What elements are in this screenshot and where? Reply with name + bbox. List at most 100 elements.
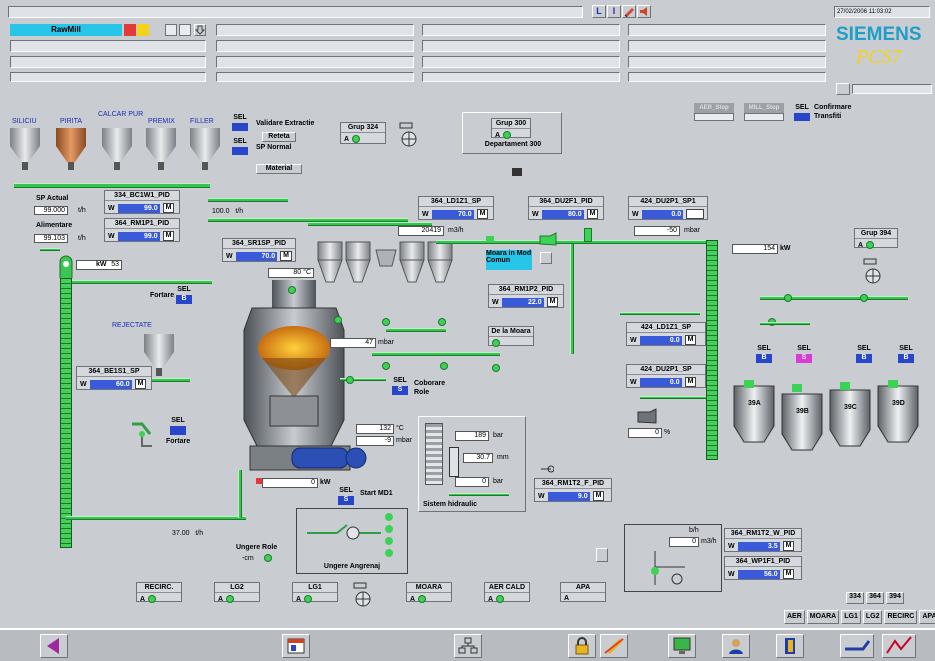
fan-icon[interactable]: [350, 582, 372, 608]
acknowledge-icon[interactable]: [840, 634, 874, 658]
bucket-elevator-left[interactable]: [60, 278, 72, 548]
message-line: [8, 6, 583, 18]
alarm-indicator-yellow[interactable]: [137, 24, 149, 36]
fan-icon[interactable]: [860, 258, 882, 286]
pid-du2f1[interactable]: 364_DU2F1_PID W 80.0 M: [528, 196, 604, 220]
pid-wp1f1[interactable]: 364_WP1F1_PID W 56.0 M: [724, 556, 802, 580]
alarm-indicator-red[interactable]: [124, 24, 136, 36]
pid-424-du2p1[interactable]: 424_DU2P1_SP W 0.0 M: [626, 364, 706, 388]
info-button[interactable]: [596, 548, 608, 562]
window-icon[interactable]: [282, 634, 310, 658]
water-flow-panel[interactable]: b/h 0 m3/h: [624, 524, 722, 592]
hierarchy-icon[interactable]: [454, 634, 482, 658]
l-button[interactable]: L: [592, 5, 606, 18]
fortare-sel[interactable]: SEL B: [176, 285, 192, 305]
grup-300-panel[interactable]: Grup 300 A Departament 300: [462, 112, 562, 154]
no-edit-icon[interactable]: [600, 634, 628, 658]
silo-sel-c[interactable]: SEL B: [856, 344, 872, 364]
moara-mod-comun[interactable]: Moara in Mod Comun: [486, 250, 532, 270]
pid-rm1t2-f[interactable]: 364_RM1T2_F_PID W 9.0 M: [534, 478, 612, 502]
reteta-button[interactable]: Reteta: [262, 132, 296, 142]
conveyor-belt-2: [208, 198, 288, 202]
fan-icon[interactable]: [538, 232, 558, 246]
fortare2-sel[interactable]: SEL: [170, 416, 186, 436]
group-lg1[interactable]: LG1 A: [292, 582, 338, 603]
down-arrow-icon[interactable]: [194, 24, 206, 36]
bottom-conveyor: [66, 516, 246, 520]
pid-424-du2p1-sp1[interactable]: 424_DU2P1_SP1 W 0.0: [628, 196, 708, 220]
nav-lg2[interactable]: LG2: [862, 610, 883, 624]
pid-424-ld1z1[interactable]: 424_LD1Z1_SP W 0.0 M: [626, 322, 706, 346]
silo-sel-a[interactable]: SEL B: [756, 344, 772, 364]
valve-icon[interactable]: [584, 228, 592, 242]
nav-aer[interactable]: AER: [784, 610, 805, 624]
silo-label: CALCAR PUR: [98, 111, 144, 118]
i-button[interactable]: I: [607, 5, 621, 18]
damper-icon[interactable]: [512, 168, 522, 176]
fan-icon[interactable]: [396, 122, 418, 148]
sel-sp-normal[interactable]: SEL: [232, 137, 248, 157]
horn-icon[interactable]: [637, 5, 651, 18]
kw-mill: 0: [262, 478, 318, 488]
silo-label: PREMIX: [148, 118, 175, 125]
flow1-value: 20419: [398, 226, 444, 236]
group-aer-cald[interactable]: AER CALD A: [484, 582, 530, 603]
hydraulic-system-panel[interactable]: 189 bar 30.7 mm 0 bar Sistem hidraulic: [418, 416, 526, 512]
printer-icon[interactable]: [836, 83, 850, 95]
nav-recirc[interactable]: RECIRC: [884, 610, 918, 624]
mill-stop[interactable]: MILL_Stop: [744, 103, 784, 121]
coborare-sel[interactable]: SEL S: [392, 376, 408, 396]
conveyor-belt-4: [72, 280, 212, 284]
silo-label: FILLER: [190, 118, 214, 125]
temp132: 132: [356, 424, 394, 434]
monitor-icon[interactable]: [668, 634, 696, 658]
ungere-angrenaj-panel[interactable]: Ungere Angrenaj: [296, 508, 408, 574]
material-button[interactable]: Material: [256, 164, 302, 174]
cyclone-hoppers[interactable]: [316, 240, 456, 306]
kw154-value: 154: [732, 244, 778, 254]
confirm-sel[interactable]: SEL: [794, 103, 810, 121]
pid-be1s1[interactable]: 364_BE1S1_SP W 60.0 M: [76, 366, 152, 390]
silo-hoppers[interactable]: [8, 126, 233, 176]
group-btn-334[interactable]: 334: [846, 592, 864, 604]
sp-actual-value[interactable]: 99.000: [34, 206, 68, 215]
silo-sel-b[interactable]: SEL S: [796, 344, 812, 364]
rawmill-area-label[interactable]: RawMill: [10, 24, 122, 36]
pid-ld1z1[interactable]: 364_LD1Z1_SP W 70.0 M: [418, 196, 494, 220]
bucket-elevator-right[interactable]: [706, 240, 718, 460]
silo-label: PIRITA: [60, 118, 83, 125]
start-md-sel[interactable]: SEL S: [338, 486, 354, 506]
pid-rm1p2[interactable]: 364_RM1P2_PID W 22.0 M: [488, 284, 564, 308]
group-btn-394[interactable]: 394: [886, 592, 904, 604]
pid-rm1p1[interactable]: 364_RM1P1_PID W 99.0 M: [104, 218, 180, 242]
group-apa[interactable]: APA A: [560, 582, 606, 602]
trend-icon[interactable]: [882, 634, 916, 658]
grup-394[interactable]: Grup 394 A: [854, 228, 898, 249]
pencil-icon[interactable]: [622, 5, 636, 18]
diverter-valve[interactable]: [128, 420, 160, 452]
pct-value: 0: [628, 428, 662, 438]
exit-door-icon[interactable]: [776, 634, 804, 658]
info-button[interactable]: [540, 252, 552, 264]
silo-sel-d[interactable]: SEL B: [898, 344, 914, 364]
pid-sr1sp[interactable]: 364_SR1SP_PID W 70.0 M: [222, 238, 296, 262]
pid-rm1t2-w[interactable]: 364_RM1T2_W_PID W 3.5 M: [724, 528, 802, 552]
nav-lg1[interactable]: LG1: [841, 610, 861, 624]
aer-stop[interactable]: AER_Stop: [694, 103, 734, 121]
quick-nav: AER MOARA LG1 LG2 RECIRC APA: [784, 610, 935, 624]
group-lg2[interactable]: LG2 A: [214, 582, 260, 603]
lock-icon[interactable]: [568, 634, 596, 658]
nav-apa[interactable]: APA: [919, 610, 935, 624]
user-icon[interactable]: [722, 634, 750, 658]
back-arrow-icon[interactable]: [40, 634, 68, 658]
group-moara[interactable]: MOARA A: [406, 582, 452, 603]
sel-extractie[interactable]: SEL: [232, 113, 248, 133]
pid-bc1w1[interactable]: 334_BC1W1_PID W 99.0 M: [104, 190, 180, 214]
fan-icon[interactable]: [636, 408, 658, 424]
nav-moara[interactable]: MOARA: [806, 610, 840, 624]
group-btn-364[interactable]: 364: [866, 592, 884, 604]
grup-324[interactable]: Grup 324 A: [340, 122, 386, 144]
product-silos[interactable]: 39A 39B 39C 39D: [730, 376, 930, 452]
group-recirc[interactable]: RECIRC. A: [136, 582, 182, 603]
de-la-moara[interactable]: De la Moara: [488, 326, 534, 347]
